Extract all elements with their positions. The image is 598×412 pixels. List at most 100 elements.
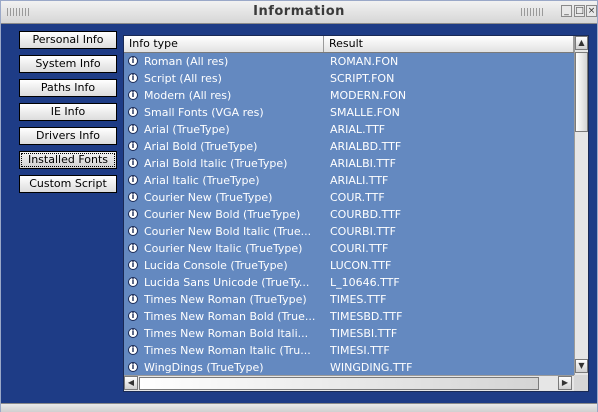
table-row[interactable]: i Courier New Italic (TrueType) COURI.TTF (124, 240, 574, 257)
info-type-cell: Times New Roman Italic (Tru... (144, 344, 311, 357)
info-type-cell: Modern (All res) (144, 89, 232, 102)
info-type-cell: Courier New Bold (TrueType) (144, 208, 301, 221)
table-row[interactable]: i Roman (All res) ROMAN.FON (124, 53, 574, 70)
result-cell: ARIALBD.TTF (330, 140, 402, 153)
result-cell: COURI.TTF (330, 242, 389, 255)
table-row[interactable]: i Arial Bold (TrueType) ARIALBD.TTF (124, 138, 574, 155)
table-row[interactable]: i Arial (TrueType) ARIAL.TTF (124, 121, 574, 138)
maximize-button[interactable]: □ (574, 5, 585, 17)
result-cell: SCRIPT.FON (330, 72, 395, 85)
info-type-cell: Small Fonts (VGA res) (144, 106, 264, 119)
custom-script-button[interactable]: Custom Script (19, 175, 117, 193)
scroll-right-button[interactable]: ▶ (558, 376, 572, 390)
info-icon: i (128, 328, 138, 338)
information-window: Information _ □ × Personal Info System I… (0, 0, 598, 412)
list-rows: i Roman (All res) ROMAN.FON i Script (All re… (124, 53, 574, 375)
table-row[interactable]: i Times New Roman Italic (Tru... TIMESI.TT… (124, 342, 574, 359)
result-cell: ROMAN.FON (330, 55, 399, 68)
table-row[interactable]: i Times New Roman Bold Itali... TIMESBI.TT… (124, 325, 574, 342)
table-row[interactable]: i Arial Bold Italic (TrueType) ARIALBI.TTF (124, 155, 574, 172)
info-type-cell: Arial (TrueType) (144, 123, 230, 136)
info-icon: i (128, 260, 138, 270)
scroll-up-button[interactable]: ▲ (575, 36, 588, 50)
scroll-down-button[interactable]: ▼ (575, 359, 588, 373)
list-header: Info type Result (124, 36, 574, 53)
status-bar (1, 403, 597, 412)
info-type-cell: Arial Italic (TrueType) (144, 174, 260, 187)
result-cell: ARIALBI.TTF (330, 157, 396, 170)
nav-panel: Personal Info System Info Paths Info IE … (10, 31, 120, 199)
info-icon: i (128, 175, 138, 185)
info-type-cell: Courier New Italic (TrueType) (144, 242, 303, 255)
result-cell: MODERN.FON (330, 89, 407, 102)
info-type-cell: Roman (All res) (144, 55, 229, 68)
ie-info-button[interactable]: IE Info (19, 103, 117, 121)
info-type-cell: Courier New (TrueType) (144, 191, 273, 204)
info-type-cell: Times New Roman Bold Itali... (144, 327, 309, 340)
result-cell: COUR.TTF (330, 191, 385, 204)
scroll-corner (574, 375, 588, 391)
system-info-button[interactable]: System Info (19, 55, 117, 73)
info-type-cell: Courier New Bold Italic (True... (144, 225, 312, 238)
table-row[interactable]: i Lucida Console (TrueType) LUCON.TTF (124, 257, 574, 274)
result-cell: ARIALI.TTF (330, 174, 389, 187)
scroll-left-button[interactable]: ◀ (124, 376, 138, 390)
table-row[interactable]: i Courier New Bold Italic (True... COURBI.… (124, 223, 574, 240)
table-row[interactable]: i Lucida Sans Unicode (TrueTy... L_10646.T… (124, 274, 574, 291)
table-row[interactable]: i Arial Italic (TrueType) ARIALI.TTF (124, 172, 574, 189)
info-type-cell: Arial Bold (TrueType) (144, 140, 258, 153)
paths-info-button[interactable]: Paths Info (19, 79, 117, 97)
personal-info-button[interactable]: Personal Info (19, 31, 117, 49)
result-cell: L_10646.TTF (330, 276, 400, 289)
table-row[interactable]: i Modern (All res) MODERN.FON (124, 87, 574, 104)
table-row[interactable]: i Times New Roman Bold (True... TIMESBD.TT… (124, 308, 574, 325)
info-icon: i (128, 226, 138, 236)
info-icon: i (128, 243, 138, 253)
info-type-cell: Lucida Console (TrueType) (144, 259, 288, 272)
info-icon: i (128, 73, 138, 83)
info-icon: i (128, 277, 138, 287)
info-type-cell: Times New Roman (TrueType) (144, 293, 307, 306)
info-type-cell: Lucida Sans Unicode (TrueTy... (144, 276, 310, 289)
info-type-cell: Script (All res) (144, 72, 222, 85)
table-row[interactable]: i Small Fonts (VGA res) SMALLE.FON (124, 104, 574, 121)
info-icon: i (128, 90, 138, 100)
table-row[interactable]: i Courier New (TrueType) COUR.TTF (124, 189, 574, 206)
info-type-cell: Arial Bold Italic (TrueType) (144, 157, 288, 170)
table-row[interactable]: i Courier New Bold (TrueType) COURBD.TTF (124, 206, 574, 223)
info-icon: i (128, 56, 138, 66)
result-cell: ARIAL.TTF (330, 123, 386, 136)
column-header-info-type[interactable]: Info type (124, 36, 324, 52)
horizontal-scrollbar[interactable]: ◀ ▶ (124, 375, 574, 391)
info-icon: i (128, 345, 138, 355)
minimize-button[interactable]: _ (561, 5, 572, 17)
info-icon: i (128, 124, 138, 134)
vertical-scrollbar[interactable]: ▲ ▼ (574, 36, 588, 375)
title-bar[interactable]: Information _ □ × (1, 1, 597, 24)
drivers-info-button[interactable]: Drivers Info (19, 127, 117, 145)
info-icon: i (128, 158, 138, 168)
result-cell: TIMESBI.TTF (330, 327, 398, 340)
horizontal-scroll-thumb[interactable] (139, 377, 539, 390)
window-title: Information (253, 4, 345, 19)
info-type-cell: Times New Roman Bold (True... (144, 310, 316, 323)
table-row[interactable]: i Script (All res) SCRIPT.FON (124, 70, 574, 87)
table-row[interactable]: i Times New Roman (TrueType) TIMES.TTF (124, 291, 574, 308)
result-cell: TIMES.TTF (330, 293, 387, 306)
installed-fonts-button[interactable]: Installed Fonts (19, 151, 117, 169)
info-icon: i (128, 311, 138, 321)
info-icon: i (128, 141, 138, 151)
info-icon: i (128, 362, 138, 372)
table-row[interactable]: i WingDings (TrueType) WINGDING.TTF (124, 359, 574, 375)
vertical-scroll-thumb[interactable] (575, 52, 588, 132)
result-cell: LUCON.TTF (330, 259, 392, 272)
info-icon: i (128, 209, 138, 219)
info-icon: i (128, 294, 138, 304)
close-button[interactable]: × (586, 5, 597, 17)
info-list[interactable]: Info type Result i Roman (All res) ROMAN.F… (123, 35, 589, 392)
result-cell: COURBI.TTF (330, 225, 396, 238)
result-cell: SMALLE.FON (330, 106, 400, 119)
grip-right-icon (521, 8, 543, 16)
result-cell: COURBD.TTF (330, 208, 402, 221)
column-header-result[interactable]: Result (324, 36, 574, 52)
